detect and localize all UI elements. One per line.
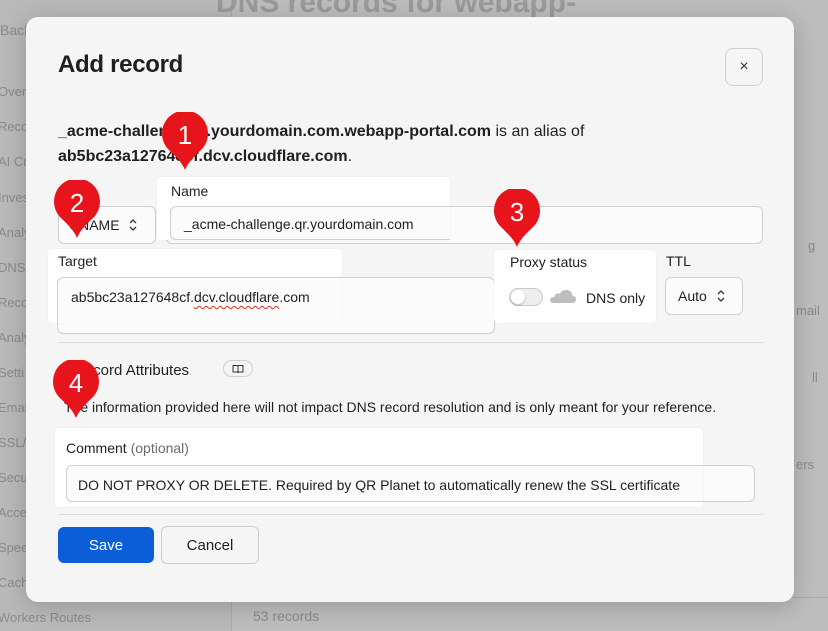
background-nav-item: Inves	[0, 190, 30, 205]
background-nav-item: Cach	[0, 575, 29, 590]
target-value-suffix: .com	[279, 289, 310, 305]
cancel-button[interactable]: Cancel	[161, 526, 259, 564]
background-nav-item: Setti	[0, 365, 25, 380]
proxy-callout: Proxy status DNS only	[494, 250, 656, 323]
alias-connector: is an alias of	[491, 123, 585, 140]
proxy-status-label: Proxy status	[510, 254, 588, 270]
ttl-label: TTL	[666, 253, 691, 269]
background-records-count: 53 records	[253, 608, 320, 624]
background-nav-item: Reco	[0, 119, 29, 134]
chevron-updown-icon	[129, 219, 137, 231]
target-value: ab5bc23a127648cf.dcv.cloudflare.com	[71, 289, 310, 305]
background-nav-item: Emai	[0, 400, 28, 415]
section-divider	[58, 342, 763, 343]
background-nav-item: Secu	[0, 470, 28, 485]
toggle-knob	[511, 290, 525, 304]
marker-4: 4	[52, 360, 100, 420]
marker-2: 2	[53, 180, 101, 240]
marker-1: 1	[161, 112, 209, 172]
background-nav-item: Reco	[0, 295, 29, 310]
comment-label-text: Comment	[66, 440, 127, 456]
alias-end: .	[347, 148, 353, 165]
ttl-select[interactable]: Auto	[665, 277, 743, 315]
background-nav-item: Spee	[0, 540, 29, 555]
book-icon[interactable]	[223, 360, 253, 377]
name-input[interactable]: _acme-challenge.qr.yourdomain.com	[170, 206, 450, 240]
save-button[interactable]: Save	[58, 527, 154, 563]
chevron-updown-icon	[717, 290, 725, 302]
background-fragment: g	[808, 238, 816, 253]
book-glyph	[232, 364, 244, 373]
background-fragment: mail	[796, 303, 820, 318]
background-nav-item: DNS	[0, 260, 26, 275]
alias-name: _acme-challenge.qr.yourdomain.com.webapp…	[58, 123, 491, 140]
target-value-spellcheck: dcv.cloudflare	[194, 289, 280, 305]
name-value: _acme-challenge.qr.yourdomain.com	[184, 216, 414, 232]
marker-3: 3	[493, 189, 541, 249]
background-fragment: ll	[812, 370, 818, 385]
comment-input[interactable]: DO NOT PROXY OR DELETE. Required by QR P…	[66, 465, 703, 502]
cloud-icon	[550, 290, 576, 303]
background-fragment: ers	[796, 457, 815, 472]
proxy-status-text: DNS only	[586, 290, 646, 306]
marker-number: 4	[68, 368, 84, 398]
close-icon: ×	[739, 58, 749, 75]
name-callout: Name _acme-challenge.qr.yourdomain.com	[157, 177, 450, 240]
comment-callout: Comment (optional) DO NOT PROXY OR DELET…	[55, 428, 703, 507]
close-button[interactable]: ×	[725, 48, 763, 86]
dialog-title: Add record	[58, 51, 184, 78]
target-input[interactable]: ab5bc23a127648cf.dcv.cloudflare.com	[57, 277, 342, 323]
name-label: Name	[171, 183, 209, 199]
comment-value: DO NOT PROXY OR DELETE. Required by QR P…	[78, 477, 680, 493]
alias-preview: _acme-challenge.qr.yourdomain.com.webapp…	[58, 119, 718, 169]
ttl-value: Auto	[678, 288, 707, 304]
target-label: Target	[58, 253, 97, 269]
comment-optional: (optional)	[130, 440, 189, 456]
target-callout: Target ab5bc23a127648cf.dcv.cloudflare.c…	[48, 249, 342, 323]
background-nav-item: AI Cr	[0, 154, 28, 169]
background-nav-item: Workers Routes	[0, 610, 91, 625]
comment-label: Comment (optional)	[66, 440, 189, 456]
proxy-toggle[interactable]	[509, 288, 543, 306]
background-nav-item: Acce	[0, 505, 27, 520]
target-value-prefix: ab5bc23a127648cf.	[71, 289, 194, 305]
record-attributes-info: The information provided here will not i…	[64, 399, 717, 415]
marker-number: 1	[177, 120, 193, 150]
footer-divider	[58, 514, 763, 515]
marker-number: 3	[509, 197, 525, 227]
marker-number: 2	[69, 188, 85, 218]
